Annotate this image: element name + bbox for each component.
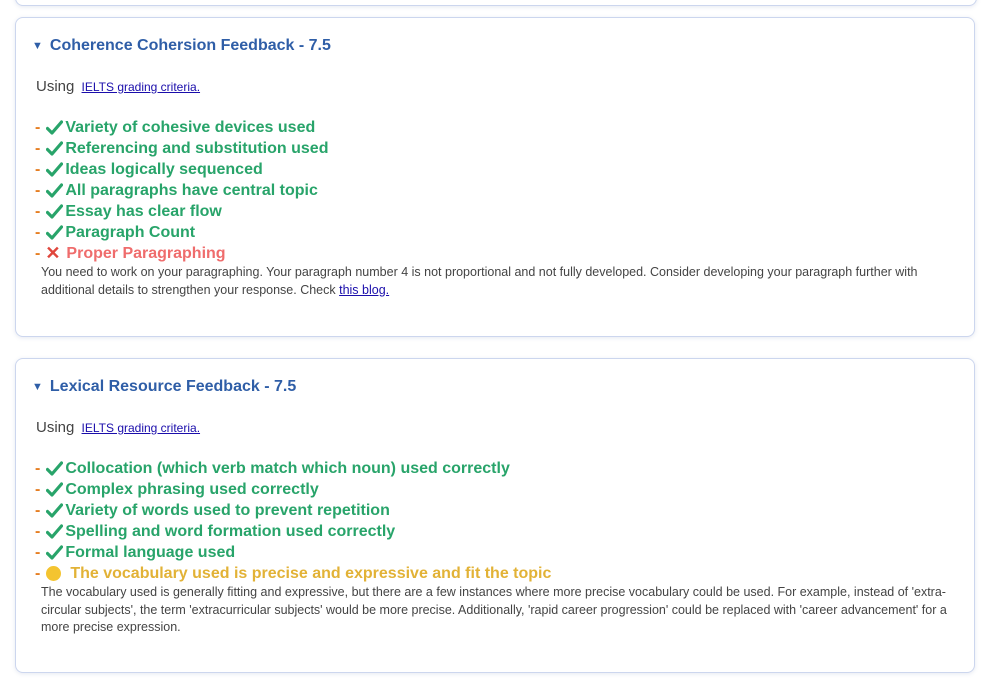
list-item: - Formal language used: [35, 542, 551, 563]
coherence-feedback-card: ▼ Coherence Cohersion Feedback - 7.5 Usi…: [15, 17, 975, 337]
ielts-criteria-link[interactable]: IELTS grading criteria.: [82, 421, 201, 435]
lexical-feedback-toggle[interactable]: ▼ Lexical Resource Feedback - 7.5: [32, 378, 296, 396]
dash-bullet: -: [35, 564, 41, 582]
item-text: Proper Paragraphing: [66, 244, 226, 262]
feedback-detail: The vocabulary used is generally fitting…: [41, 584, 961, 637]
dash-bullet: -: [35, 543, 41, 561]
ielts-criteria-link[interactable]: IELTS grading criteria.: [82, 80, 201, 94]
check-icon: [45, 182, 63, 200]
dash-bullet: -: [35, 459, 41, 477]
item-text: Collocation (which verb match which noun…: [65, 459, 510, 477]
list-item: - Variety of words used to prevent repet…: [35, 500, 551, 521]
dash-bullet: -: [35, 118, 41, 136]
lexical-feedback-card: ▼ Lexical Resource Feedback - 7.5 Using …: [15, 358, 975, 673]
criteria-line: Using IELTS grading criteria.: [36, 78, 200, 95]
item-text: Variety of cohesive devices used: [65, 118, 316, 136]
dash-bullet: -: [35, 160, 41, 178]
section-title: Coherence Cohersion Feedback - 7.5: [49, 37, 331, 54]
dash-bullet: -: [35, 139, 41, 157]
detail-text: The vocabulary used is generally fitting…: [41, 585, 947, 634]
dash-bullet: -: [35, 480, 41, 498]
detail-text: You need to work on your paragraphing. Y…: [41, 265, 918, 297]
list-item: - Ideas logically sequenced: [35, 159, 328, 180]
triangle-down-icon: ▼: [32, 381, 43, 393]
check-icon: [45, 119, 63, 137]
item-text: Essay has clear flow: [65, 202, 222, 220]
list-item: - The vocabulary used is precise and exp…: [35, 563, 551, 584]
list-item: - All paragraphs have central topic: [35, 180, 328, 201]
check-icon: [45, 502, 63, 520]
check-icon: [45, 460, 63, 478]
blog-link[interactable]: this blog.: [339, 283, 389, 297]
list-item: - Spelling and word formation used corre…: [35, 521, 551, 542]
check-icon: [45, 544, 63, 562]
item-text: Complex phrasing used correctly: [65, 480, 319, 498]
list-item: - Collocation (which verb match which no…: [35, 458, 551, 479]
criteria-list: - Collocation (which verb match which no…: [35, 458, 551, 584]
dash-bullet: -: [35, 223, 41, 241]
criteria-list: - Variety of cohesive devices used - Ref…: [35, 117, 328, 264]
dash-bullet: -: [35, 501, 41, 519]
cross-icon: ✕: [45, 243, 61, 263]
using-label: Using: [36, 78, 75, 95]
triangle-down-icon: ▼: [32, 40, 43, 52]
dash-bullet: -: [35, 181, 41, 199]
item-text: All paragraphs have central topic: [65, 181, 318, 199]
dash-bullet: -: [35, 522, 41, 540]
item-text: Formal language used: [65, 543, 236, 561]
item-text: Ideas logically sequenced: [65, 160, 263, 178]
using-label: Using: [36, 419, 75, 436]
item-text: Spelling and word formation used correct…: [65, 522, 396, 540]
check-icon: [45, 161, 63, 179]
section-title: Lexical Resource Feedback - 7.5: [49, 378, 297, 395]
list-item: - ✕ Proper Paragraphing: [35, 243, 328, 264]
list-item: - Variety of cohesive devices used: [35, 117, 328, 138]
coherence-feedback-toggle[interactable]: ▼ Coherence Cohersion Feedback - 7.5: [32, 37, 331, 55]
item-text: Referencing and substitution used: [65, 139, 329, 157]
previous-card-edge: [15, 0, 977, 6]
list-item: - Paragraph Count: [35, 222, 328, 243]
item-text: The vocabulary used is precise and expre…: [70, 564, 552, 582]
check-icon: [45, 140, 63, 158]
feedback-detail: You need to work on your paragraphing. Y…: [41, 264, 961, 299]
item-text: Variety of words used to prevent repetit…: [65, 501, 390, 519]
dash-bullet: -: [35, 202, 41, 220]
list-item: - Essay has clear flow: [35, 201, 328, 222]
yellow-circle-icon: [46, 566, 62, 581]
check-icon: [45, 523, 63, 541]
list-item: - Referencing and substitution used: [35, 138, 328, 159]
item-text: Paragraph Count: [65, 223, 196, 241]
check-icon: [45, 203, 63, 221]
dash-bullet: -: [35, 244, 41, 262]
check-icon: [45, 224, 63, 242]
check-icon: [45, 481, 63, 499]
criteria-line: Using IELTS grading criteria.: [36, 419, 200, 436]
list-item: - Complex phrasing used correctly: [35, 479, 551, 500]
